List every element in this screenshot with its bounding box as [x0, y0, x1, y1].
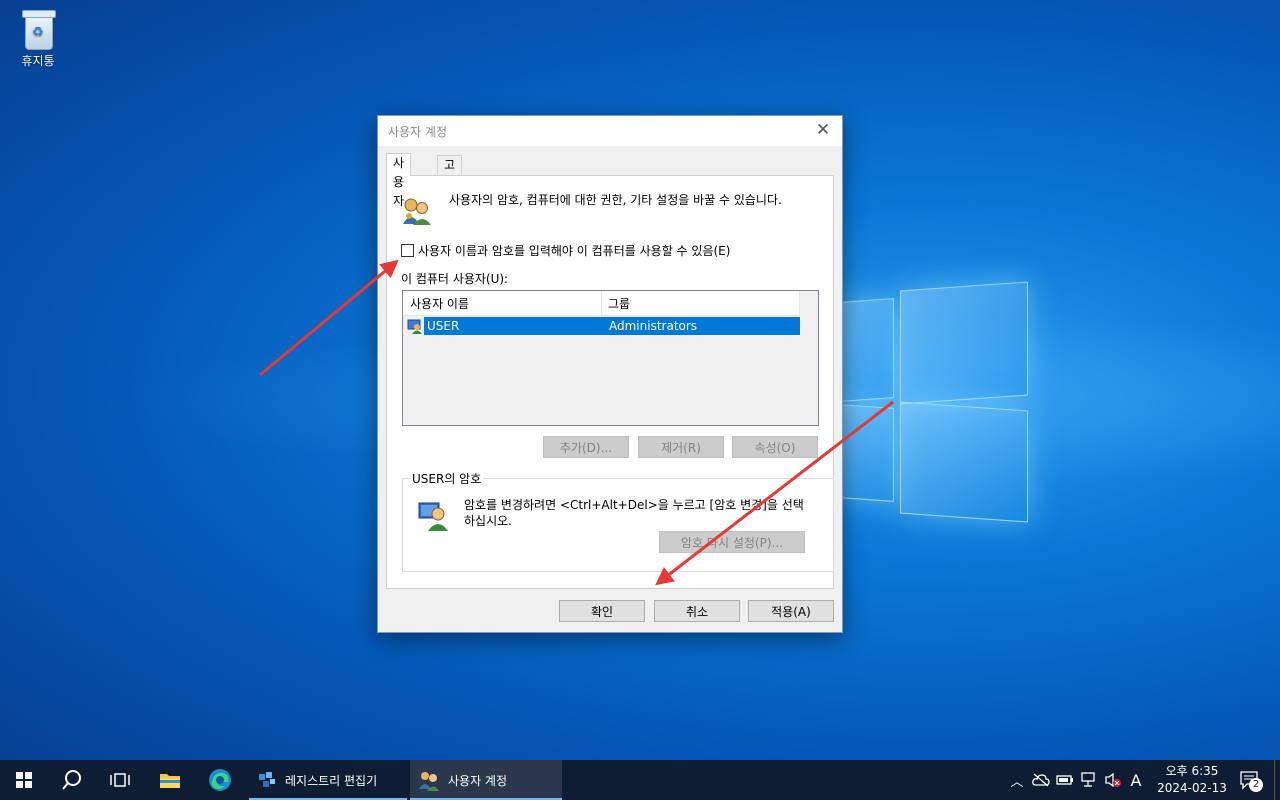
task-view-button[interactable] — [96, 760, 144, 800]
volume-muted-icon — [1105, 772, 1121, 788]
task-view-icon — [110, 773, 130, 787]
require-login-label: 사용자 이름과 암호를 입력해야 이 컴퓨터를 사용할 수 있음(E) — [418, 244, 731, 258]
recycle-bin[interactable]: ♻ 휴지통 — [10, 8, 66, 69]
start-button[interactable] — [0, 760, 48, 800]
dialog-title: 사용자 계정 — [388, 125, 448, 139]
remove-button[interactable]: 제거(R) — [638, 436, 724, 458]
action-center-button[interactable]: 2 — [1234, 760, 1264, 800]
folder-icon — [160, 774, 180, 788]
properties-button[interactable]: 속성(O) — [732, 436, 818, 458]
taskbar: 레지스트리 편집기 사용자 계정 ︿ A 오후 6:35 2024-02-13 … — [0, 760, 1280, 800]
clock[interactable]: 오후 6:35 2024-02-13 — [1152, 763, 1232, 797]
require-login-checkbox[interactable] — [401, 244, 414, 257]
network-icon — [1081, 772, 1095, 787]
chevron-up-icon: ︿ — [1010, 774, 1024, 790]
reset-password-button[interactable]: 암호 다시 설정(P)... — [659, 531, 805, 553]
edge-icon — [209, 769, 231, 791]
title-bar[interactable]: 사용자 계정 ✕ — [378, 116, 842, 146]
cancel-button[interactable]: 취소 — [654, 600, 740, 622]
taskbar-app-user-accounts[interactable]: 사용자 계정 — [410, 760, 562, 800]
battery-icon — [1056, 775, 1073, 785]
user-password-icon — [418, 502, 448, 531]
taskbar-app-label: 레지스트리 편집기 — [285, 773, 378, 788]
show-desktop-button[interactable] — [1274, 760, 1280, 800]
search-icon — [62, 770, 81, 790]
file-explorer-button[interactable] — [146, 760, 194, 800]
clock-date: 2024-02-13 — [1157, 781, 1227, 795]
clock-time: 오후 6:35 — [1165, 764, 1219, 778]
users-list[interactable]: 사용자 이름 그룹 USER Administrators — [402, 290, 819, 426]
input-method-indicator[interactable]: A — [1126, 760, 1146, 800]
user-accounts-dialog: 사용자 계정 ✕ 사용자 고급 사용자의 암호, 컴퓨터에 대한 권한, 기타 … — [377, 115, 843, 633]
password-group: USER의 암호 암호를 변경하려면 <Ctrl+Alt+Del>을 누르고 [… — [402, 470, 834, 572]
user-accounts-icon — [419, 772, 439, 791]
recycle-bin-label: 휴지통 — [21, 54, 55, 68]
tab-users[interactable]: 사용자 — [386, 153, 412, 208]
row-username: USER — [427, 319, 460, 333]
add-button[interactable]: 추가(D)... — [543, 436, 629, 458]
table-row[interactable]: USER Administrators — [407, 317, 800, 335]
notification-count-badge: 2 — [1249, 778, 1263, 792]
network-tray[interactable] — [1078, 760, 1100, 800]
taskbar-app-label: 사용자 계정 — [448, 773, 508, 788]
recycle-bin-icon: ♻ — [21, 8, 56, 50]
edge-button[interactable] — [196, 760, 244, 800]
user-row-icon — [407, 319, 422, 334]
cloud-offline-icon — [1032, 773, 1050, 787]
users-tab-panel: 사용자의 암호, 컴퓨터에 대한 권한, 기타 설정을 바꿀 수 있습니다. 사… — [386, 175, 834, 589]
row-group: Administrators — [609, 319, 698, 333]
taskbar-app-registry-editor[interactable]: 레지스트리 편집기 — [249, 760, 407, 800]
ok-button[interactable]: 확인 — [559, 600, 645, 622]
tab-advanced[interactable]: 고급 — [437, 155, 463, 191]
users-list-header: 사용자 이름 그룹 — [403, 291, 800, 316]
close-icon[interactable]: ✕ — [812, 119, 834, 141]
users-list-label: 이 컴퓨터 사용자(U): — [401, 272, 509, 286]
registry-editor-icon — [259, 772, 275, 787]
windows-wallpaper-logo — [840, 281, 1030, 523]
column-username[interactable]: 사용자 이름 — [410, 295, 469, 312]
onedrive-tray[interactable] — [1030, 760, 1052, 800]
show-hidden-icons[interactable]: ︿ — [1006, 760, 1028, 800]
info-text: 사용자의 암호, 컴퓨터에 대한 권한, 기타 설정을 바꿀 수 있습니다. — [449, 193, 782, 207]
volume-tray[interactable] — [1102, 760, 1124, 800]
password-instruction: 암호를 변경하려면 <Ctrl+Alt+Del>을 누르고 [암호 변경]을 선… — [464, 498, 804, 528]
windows-icon — [16, 772, 32, 788]
apply-button[interactable]: 적용(A) — [748, 600, 834, 622]
users-icon — [403, 198, 431, 225]
search-button[interactable] — [48, 760, 96, 800]
require-login-option[interactable]: 사용자 이름과 암호를 입력해야 이 컴퓨터를 사용할 수 있음(E) — [401, 242, 730, 259]
battery-tray[interactable] — [1054, 760, 1076, 800]
password-group-title: USER의 암호 — [410, 470, 484, 487]
column-group[interactable]: 그룹 — [608, 295, 630, 312]
